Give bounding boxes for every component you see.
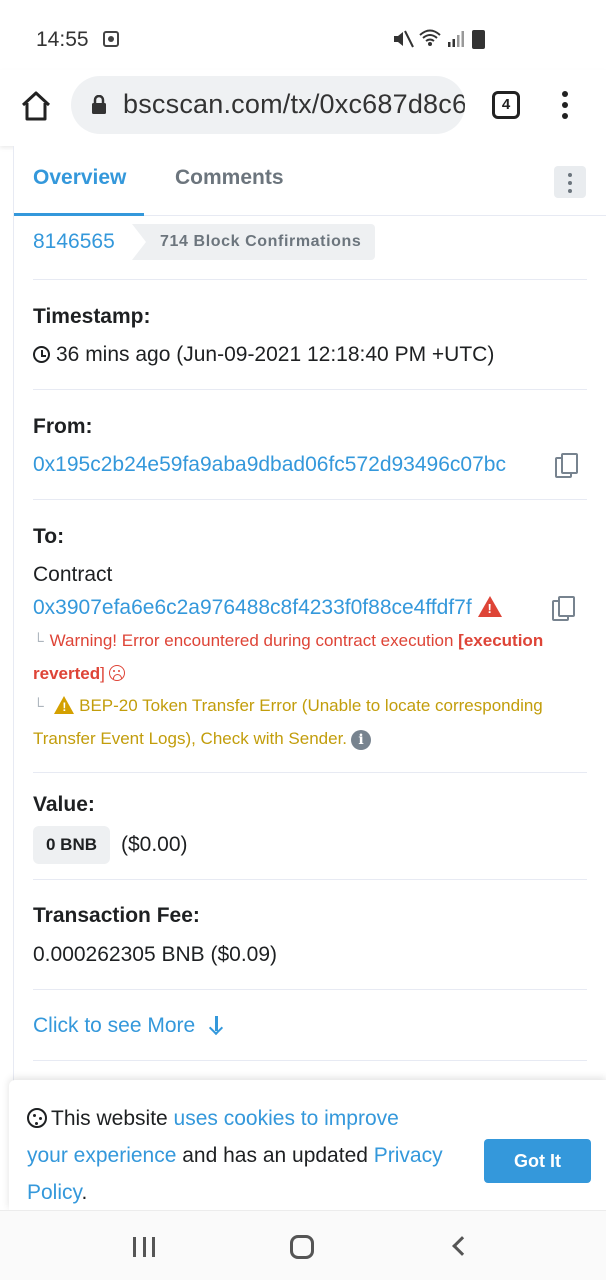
status-bar: 14:55 [0,0,606,78]
timestamp-label: Timestamp: [33,305,151,328]
divider [33,499,587,500]
tab-comments[interactable]: Comments [175,166,284,190]
value-usd: ($0.00) [121,833,188,856]
warning-text: Transfer Event Logs), Check with Sender. [33,729,348,748]
error-strong: reverted [33,664,101,683]
cookie-message: This website uses cookies to improve your… [27,1100,467,1211]
timestamp-value: 36 mins ago (Jun-09-2021 12:18:40 PM +UT… [33,343,494,367]
active-tab-indicator [14,213,144,216]
tab-overview[interactable]: Overview [33,166,126,190]
notification-icon [103,31,119,47]
value-label: Value: [33,793,95,816]
block-confirmations-badge: 714 Block Confirmations [132,224,376,260]
tab-bar: Overview Comments [14,146,606,216]
divider [33,279,587,280]
browser-menu-icon[interactable] [553,88,577,124]
wifi-icon [419,29,441,46]
clock-icon [33,346,50,363]
copy-from-icon[interactable] [555,453,578,478]
value-amount-badge: 0 BNB [33,826,111,864]
block-number-link[interactable]: 8146565 [33,230,115,254]
lock-icon [92,95,106,114]
more-label: Click to see More [33,1014,196,1037]
cookie-text: . [81,1181,88,1204]
from-label: From: [33,415,93,438]
execution-error-message-cont: reverted] [33,664,125,684]
cookie-banner: This website uses cookies to improve your… [9,1080,606,1210]
home-nav-icon[interactable] [290,1235,314,1259]
to-type: Contract [33,563,113,586]
fee-value: 0.000262305 BNB ($0.09) [33,943,278,966]
error-strong: execution [463,631,544,650]
error-bracket: ] [100,664,105,683]
divider [33,879,587,880]
home-icon[interactable] [18,88,54,124]
address-bar[interactable]: bscscan.com/tx/0xc687d8c6 [71,76,465,134]
arrow-down-icon [209,1016,223,1034]
error-text: Warning! Error encountered during contra… [49,631,459,650]
sad-face-icon [108,665,125,681]
cookie-text: and has an updated [176,1144,374,1167]
cookie-policy-link[interactable]: your experience [27,1144,176,1167]
divider [33,772,587,773]
info-icon[interactable]: i [351,730,372,750]
privacy-policy-link[interactable]: Privacy [374,1144,443,1167]
recent-apps-icon[interactable] [133,1237,155,1257]
to-address-row: 0x3907efa6e6c2a976488c8f4233f0f88ce4ffdf… [33,596,502,620]
to-label: To: [33,525,65,548]
divider [33,389,587,390]
status-time: 14:55 [36,28,89,51]
warning-text: BEP-20 Token Transfer Error (Unable to l… [79,696,543,715]
system-nav-bar [0,1210,606,1280]
divider [33,989,587,990]
url-text: bscscan.com/tx/0xc687d8c6 [123,89,465,119]
back-nav-icon[interactable] [452,1236,472,1256]
privacy-policy-link[interactable]: Policy [27,1181,81,1204]
token-transfer-warning-cont: Transfer Event Logs), Check with Sender.… [33,729,372,750]
execution-error-message: └ Warning! Error encountered during contr… [33,631,544,650]
token-transfer-warning: └ ! BEP-20 Token Transfer Error (Unable … [33,696,543,715]
more-options-icon[interactable] [554,166,586,198]
mute-icon [394,30,414,48]
battery-icon [472,30,485,49]
copy-to-icon[interactable] [552,596,575,621]
cookie-text: This website [51,1107,174,1130]
warning-icon: ! [477,596,502,617]
fee-label: Transaction Fee: [33,904,200,927]
warning-icon: ! [54,696,75,714]
tab-switcher-button[interactable]: 4 [492,91,520,119]
cookie-policy-link[interactable]: uses cookies to improve [174,1107,399,1130]
signal-icon [448,31,464,47]
to-address-link[interactable]: 0x3907efa6e6c2a976488c8f4233f0f88ce4ffdf… [33,596,472,619]
browser-toolbar: bscscan.com/tx/0xc687d8c6 4 [0,70,606,146]
click-to-see-more-link[interactable]: Click to see More [33,1014,223,1038]
divider [33,1060,587,1061]
got-it-button[interactable]: Got It [484,1139,591,1183]
timestamp-text: 36 mins ago (Jun-09-2021 12:18:40 PM +UT… [56,343,495,366]
from-address-link[interactable]: 0x195c2b24e59fa9aba9dbad06fc572d93496c07… [33,453,506,477]
cookie-icon [27,1108,47,1128]
